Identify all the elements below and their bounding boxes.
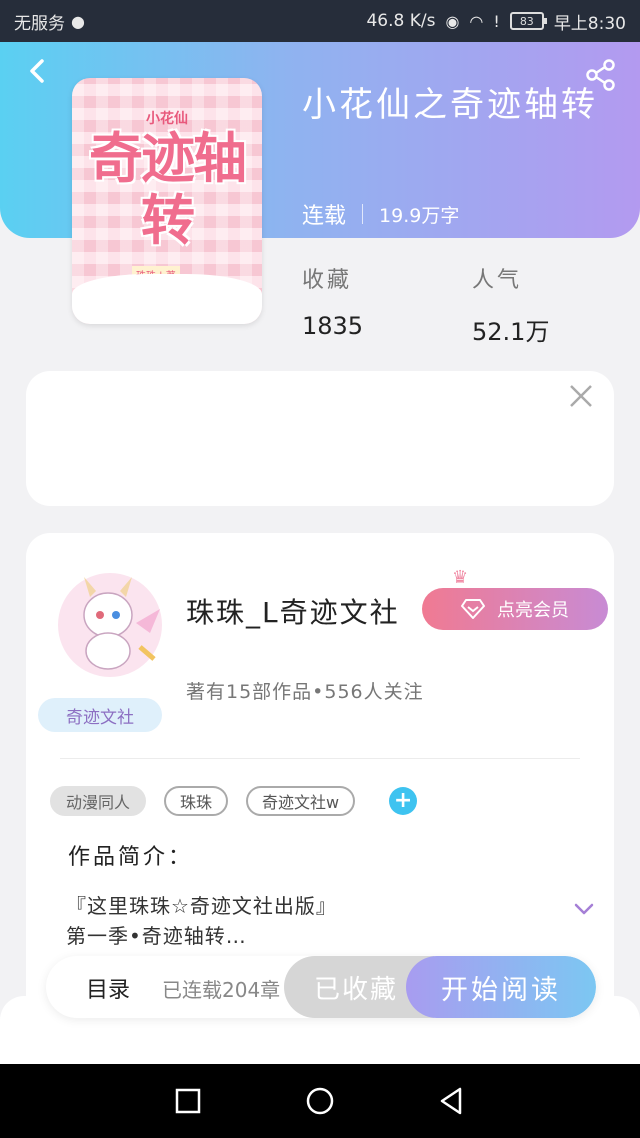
cover-series-label: 小花仙: [146, 111, 188, 127]
wifi-icon: ◠: [469, 11, 484, 31]
favorites-value: 1835: [302, 312, 364, 340]
popularity-stat: 人气 52.1万: [472, 262, 549, 347]
word-count: 19.9万字: [379, 204, 460, 227]
author-divider: [60, 758, 580, 759]
intro-text[interactable]: 『这里珠珠☆奇迹文社出版』 第一季•奇迹轴转…: [66, 891, 337, 951]
toc-button[interactable]: 目录: [86, 972, 130, 1004]
book-title: 小花仙之奇迹轴转: [302, 85, 598, 125]
book-cover[interactable]: 小花仙 奇迹轴转 珠珠 | 著: [72, 78, 262, 324]
member-button-label: 点亮会员: [497, 600, 569, 621]
intro-title: 作品简介：: [68, 845, 194, 870]
wechat-icon: ●: [71, 11, 85, 31]
tag-list: 动漫同人 珠珠 奇迹文社w +: [50, 786, 418, 816]
ad-close-button[interactable]: [568, 383, 594, 415]
intro-line: 『这里珠珠☆奇迹文社出版』: [66, 894, 337, 918]
favorites-label: 收藏: [302, 268, 353, 293]
action-bar: 目录 已连载204章 已收藏 开始阅读: [46, 956, 596, 1018]
intro-line: 第一季•奇迹轴转…: [66, 924, 247, 948]
author-avatar[interactable]: [50, 563, 170, 683]
favorites-stat: 收藏 1835: [302, 262, 363, 340]
nav-back-icon[interactable]: [437, 1086, 467, 1116]
close-icon: [570, 385, 592, 407]
member-button[interactable]: 点亮会员: [422, 588, 608, 630]
battery-icon: 83: [509, 12, 547, 30]
network-speed: 46.8 K/s: [366, 11, 436, 31]
status-bar: 无服务 ● 46.8 K/s ◉ ◠ ! 83 早上8:30: [0, 0, 640, 42]
meta-divider: [362, 204, 364, 224]
crown-icon: ♛: [452, 567, 469, 588]
plus-icon: +: [393, 788, 413, 813]
diamond-icon: [461, 599, 485, 619]
add-tag-button[interactable]: +: [389, 787, 418, 815]
alert-icon: !: [493, 11, 500, 31]
cover-title: 奇迹轴转: [89, 127, 247, 252]
popularity-label: 人气: [472, 268, 523, 293]
system-nav-bar: [0, 1064, 640, 1138]
back-arrow-icon: [30, 59, 44, 83]
cover-cloud-decoration: [72, 274, 262, 324]
author-stats: 著有15部作品•556人关注: [186, 681, 424, 703]
serial-status: 连载: [302, 204, 347, 229]
nav-home-icon[interactable]: [305, 1086, 335, 1116]
back-button[interactable]: [22, 56, 52, 86]
ad-card[interactable]: [26, 371, 614, 506]
clock: 早上8:30: [553, 13, 626, 34]
chapter-count: 已连载204章: [162, 978, 281, 1002]
tag-item[interactable]: 珠珠: [164, 786, 229, 816]
eye-icon: ◉: [445, 11, 460, 31]
nav-recent-icon[interactable]: [173, 1086, 203, 1116]
author-badge: 奇迹文社: [38, 698, 162, 732]
author-name[interactable]: 珠珠_L奇迹文社: [186, 591, 400, 631]
book-meta: 连载 19.9万字: [302, 198, 459, 230]
carrier-label: 无服务: [14, 13, 65, 34]
start-reading-button[interactable]: 开始阅读: [406, 956, 596, 1018]
chevron-down-icon[interactable]: [574, 903, 594, 915]
tag-item[interactable]: 奇迹文社w: [246, 786, 356, 816]
tag-category[interactable]: 动漫同人: [50, 786, 147, 816]
popularity-value: 52.1万: [472, 318, 550, 346]
